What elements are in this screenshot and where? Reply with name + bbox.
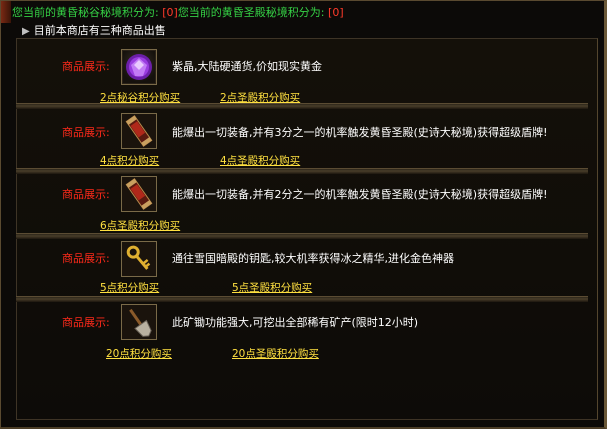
arrow-right-icon: ▶	[22, 26, 30, 37]
buy-with-temple-points-link[interactable]: 20点圣殿积分购买	[232, 346, 319, 361]
item-slot[interactable]	[121, 304, 157, 340]
buy-with-points-link[interactable]: 4点积分购买	[100, 153, 159, 168]
purple-gem-icon	[126, 54, 152, 80]
golden-key-icon	[122, 242, 156, 276]
valley-points-value: [0]	[162, 6, 178, 19]
item-description: 紫晶,大陆硬通货,价如现实黄金	[172, 60, 322, 73]
item-description: 此矿锄功能强大,可挖出全部稀有矿产(限时12小时)	[172, 316, 419, 329]
buy-with-points-link[interactable]: 20点积分购买	[106, 346, 172, 361]
list-item: 商品展示: 通往雪国暗殿的钥匙,较大机率获得冰之精华,进化金色神器 5点积分购买…	[0, 240, 607, 300]
buy-with-points-link[interactable]: 5点积分购买	[100, 280, 159, 295]
list-item: 商品展示: 紫晶,大陆硬通货,价如现实黄金 2点秘谷积分购买 2点圣殿积分购买	[0, 44, 607, 104]
item-slot[interactable]	[121, 176, 157, 212]
buy-with-temple-points-link[interactable]: 5点圣殿积分购买	[232, 280, 312, 295]
red-scroll-icon	[122, 177, 156, 211]
temple-points-value: [0]	[328, 6, 344, 19]
buy-with-valley-points-link[interactable]: 2点秘谷积分购买	[100, 90, 180, 105]
item-description: 通往雪国暗殿的钥匙,较大机率获得冰之精华,进化金色神器	[172, 252, 454, 265]
points-header: 您当前的黄昏秘谷秘境积分为: [0]您当前的黄昏圣殿秘境积分为: [0]	[12, 4, 344, 19]
shovel-icon	[122, 305, 156, 339]
item-show-label: 商品展示:	[62, 188, 110, 201]
list-item: 商品展示: 此矿锄功能强大,可挖出全部稀有矿产(限时12小时) 20点积分购买 …	[0, 303, 607, 363]
item-slot[interactable]	[121, 113, 157, 149]
shop-intro-text: 目前本商店有三种商品出售	[33, 24, 166, 37]
buy-with-temple-points-link[interactable]: 6点圣殿积分购买	[100, 218, 180, 233]
list-item: 商品展示: 能爆出一切装备,并有2分之一的机率触发黄昏圣殿(史诗大秘境)获得超级…	[0, 174, 607, 234]
buy-with-temple-points-link[interactable]: 4点圣殿积分购买	[220, 153, 300, 168]
item-show-label: 商品展示:	[62, 316, 110, 329]
temple-points-label: 您当前的黄昏圣殿秘境积分为:	[177, 6, 325, 19]
shop-intro: ▶ 目前本商店有三种商品出售	[22, 22, 166, 38]
item-show-label: 商品展示:	[62, 252, 110, 265]
item-slot[interactable]	[121, 49, 157, 85]
list-item: 商品展示: 能爆出一切装备,并有3分之一的机率触发黄昏圣殿(史诗大秘境)获得超级…	[0, 110, 607, 170]
valley-points-label: 您当前的黄昏秘谷秘境积分为:	[12, 6, 159, 19]
window-corner-ornament	[1, 1, 11, 23]
item-show-label: 商品展示:	[62, 60, 110, 73]
item-slot[interactable]	[121, 241, 157, 277]
item-show-label: 商品展示:	[62, 126, 110, 139]
buy-with-temple-points-link[interactable]: 2点圣殿积分购买	[220, 90, 300, 105]
item-description: 能爆出一切装备,并有3分之一的机率触发黄昏圣殿(史诗大秘境)获得超级盾牌!	[172, 126, 548, 139]
red-scroll-icon	[122, 114, 156, 148]
item-description: 能爆出一切装备,并有2分之一的机率触发黄昏圣殿(史诗大秘境)获得超级盾牌!	[172, 188, 548, 201]
